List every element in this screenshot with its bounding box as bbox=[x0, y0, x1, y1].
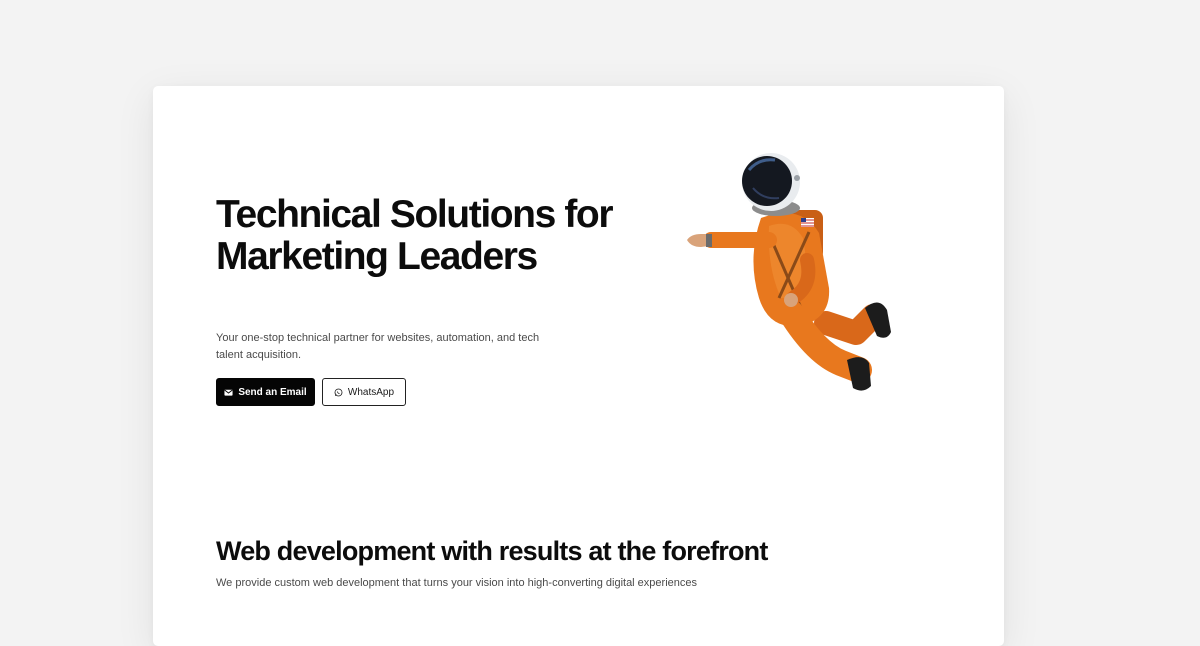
hero-title: Technical Solutions for Marketing Leader… bbox=[216, 193, 614, 278]
mail-icon bbox=[224, 388, 233, 397]
hero-subtitle: Your one-stop technical partner for webs… bbox=[216, 332, 540, 361]
whatsapp-button-label: WhatsApp bbox=[347, 386, 395, 398]
section-subtitle: We provide custom web development that t… bbox=[216, 577, 697, 589]
section-title: Web development with results at the fore… bbox=[216, 536, 768, 566]
whatsapp-button[interactable]: WhatsApp bbox=[322, 378, 406, 406]
astronaut-illustration bbox=[687, 153, 891, 391]
whatsapp-icon bbox=[334, 388, 343, 397]
main-card: Technical Solutions for Marketing Leader… bbox=[153, 86, 1004, 646]
send-email-button-label: Send an Email bbox=[238, 386, 307, 398]
send-email-button[interactable]: Send an Email bbox=[216, 378, 315, 406]
